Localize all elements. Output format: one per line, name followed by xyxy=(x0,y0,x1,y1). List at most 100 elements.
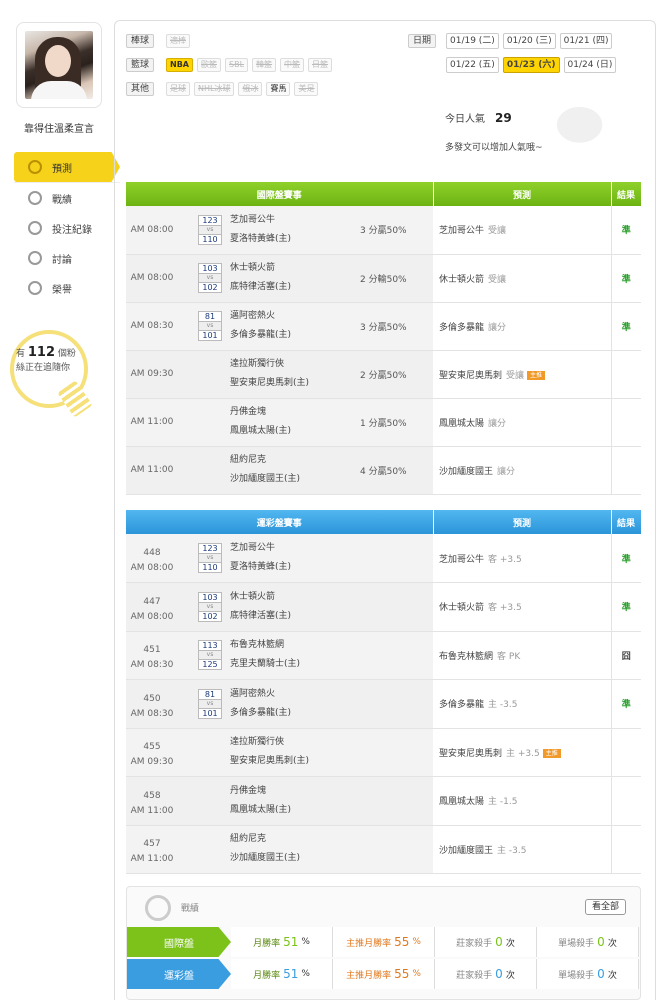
table-row: 458 AM 11:00 丹佛金塊 鳳凰城太陽(主) 鳳凰城太陽主 -1.5 xyxy=(126,776,642,826)
team-away[interactable]: 丹佛金塊 xyxy=(230,403,330,422)
intl-header-match: 國際盤賽事 xyxy=(126,182,434,206)
vs-label: vs xyxy=(198,651,222,660)
sidebar-item-1[interactable]: 戰績 xyxy=(14,183,120,213)
team-home[interactable]: 克里夫蘭騎士(主) xyxy=(230,655,330,674)
league-chip[interactable]: NHL冰球 xyxy=(194,82,235,96)
stat-unit: % xyxy=(301,937,310,947)
team-away[interactable]: 芝加哥公牛 xyxy=(230,211,330,230)
league-chip[interactable]: NBA xyxy=(166,58,193,72)
league-chip[interactable]: 適棒 xyxy=(166,34,191,48)
stat-value: 55 xyxy=(394,967,410,981)
avatar-frame[interactable] xyxy=(16,22,102,108)
team-home[interactable]: 鳳凰城太陽(主) xyxy=(230,801,330,820)
match-cell: 丹佛金塊 鳳凰城太陽(主) 1 分贏50% xyxy=(178,398,434,447)
username[interactable]: 靠得住溫柔宣言 xyxy=(0,120,118,135)
team-home[interactable]: 夏洛特黃蜂(主) xyxy=(230,230,330,249)
team-away[interactable]: 邁阿密熱火 xyxy=(230,307,330,326)
pick-team[interactable]: 休士頓火箭 xyxy=(439,275,484,285)
pick-cell: 聖安東尼奧馬刺主 +3.5 主推 xyxy=(433,728,612,777)
pick-team[interactable]: 多倫多暴龍 xyxy=(439,323,484,333)
pick-type: 讓分 xyxy=(488,322,507,333)
league-chip[interactable]: 美足 xyxy=(294,82,319,96)
result-cell: 囧 xyxy=(610,631,642,680)
pick-type: 主 +3.5 xyxy=(506,748,540,759)
team-away[interactable]: 紐約尼克 xyxy=(230,830,330,849)
league-chip[interactable]: 俄冰 xyxy=(238,82,263,96)
date-chip[interactable]: 01/24 (日) xyxy=(563,57,617,73)
score-away: 123 xyxy=(198,543,222,554)
team-home[interactable]: 沙加緬度國王(主) xyxy=(230,470,330,489)
pick-team[interactable]: 鳳凰城太陽 xyxy=(439,419,484,429)
team-away[interactable]: 達拉斯獨行俠 xyxy=(230,733,330,752)
team-home[interactable]: 底特律活塞(主) xyxy=(230,278,330,297)
score-box: 103 vs 102 xyxy=(198,591,222,622)
team-away[interactable]: 丹佛金塊 xyxy=(230,782,330,801)
pick-team[interactable]: 聖安東尼奧馬刺 xyxy=(439,371,502,381)
pick-team[interactable]: 多倫多暴龍 xyxy=(439,700,484,710)
team-home[interactable]: 聖安東尼奧馬刺(主) xyxy=(230,752,330,771)
team-away[interactable]: 芝加哥公牛 xyxy=(230,539,330,558)
pick-team[interactable]: 聖安東尼奧馬刺 xyxy=(439,749,502,759)
sidebar-item-0[interactable]: 預測 xyxy=(14,152,120,182)
table-row: 455 AM 09:30 達拉斯獨行俠 聖安東尼奧馬刺(主) 聖安東尼奧馬刺主 +3.5… xyxy=(126,728,642,777)
date-chip[interactable]: 01/19 (二) xyxy=(446,33,499,49)
date-chip[interactable]: 01/20 (三) xyxy=(502,33,556,49)
date-chip[interactable]: 01/22 (五) xyxy=(446,57,499,73)
team-home[interactable]: 多倫多暴龍(主) xyxy=(230,326,330,345)
sidebar-item-3[interactable]: 討論 xyxy=(14,243,120,273)
pick-team[interactable]: 沙加緬度國王 xyxy=(439,467,493,477)
league-chip[interactable]: 日籃 xyxy=(308,58,333,72)
team-away[interactable]: 休士頓火箭 xyxy=(230,588,330,607)
match-result: 1 分贏50% xyxy=(360,418,407,429)
pick-team[interactable]: 鳳凰城太陽 xyxy=(439,797,484,807)
team-away[interactable]: 達拉斯獨行俠 xyxy=(230,355,330,374)
stat-unit: 次 xyxy=(505,938,515,949)
league-chip[interactable]: 足球 xyxy=(166,82,191,96)
match-cell: 達拉斯獨行俠 聖安東尼奧馬刺(主) xyxy=(178,728,434,777)
team-away[interactable]: 休士頓火箭 xyxy=(230,259,330,278)
sidebar-item-2[interactable]: 投注紀錄 xyxy=(14,213,120,243)
see-all-button[interactable]: 看全部 xyxy=(584,899,626,915)
pick-type: 主 -1.5 xyxy=(488,797,518,808)
team-away[interactable]: 紐約尼克 xyxy=(230,451,330,470)
team-home[interactable]: 鳳凰城太陽(主) xyxy=(230,422,330,441)
record-stat: 單場殺手 0 次 xyxy=(537,927,639,957)
teams: 休士頓火箭 底特律活塞(主) xyxy=(230,588,330,626)
match-time: AM 11:00 xyxy=(126,446,178,495)
score-home: 101 xyxy=(198,330,222,341)
team-home[interactable]: 夏洛特黃蜂(主) xyxy=(230,558,330,577)
stat-label: 單場殺手 xyxy=(558,938,595,949)
teams: 丹佛金塊 鳳凰城太陽(主) xyxy=(230,782,330,820)
target-icon xyxy=(28,160,42,174)
pick-team[interactable]: 芝加哥公牛 xyxy=(439,226,484,236)
team-away[interactable]: 邁阿密熱火 xyxy=(230,685,330,704)
pick-team[interactable]: 芝加哥公牛 xyxy=(439,555,484,565)
league-chip[interactable]: 歐籃 xyxy=(197,58,221,72)
league-chip[interactable]: 韓籃 xyxy=(252,58,277,72)
pick-cell: 多倫多暴龍 讓分 xyxy=(433,302,612,351)
league-chip[interactable]: SBL xyxy=(225,58,249,72)
league-chip[interactable]: 賽馬 xyxy=(266,82,291,96)
sidebar-item-4[interactable]: 榮譽 xyxy=(14,273,120,303)
pick-cell: 聖安東尼奧馬刺 受讓 主推 xyxy=(433,350,612,399)
stat-unit: % xyxy=(412,969,421,979)
team-home[interactable]: 沙加緬度國王(主) xyxy=(230,849,330,868)
avatar[interactable] xyxy=(25,31,93,99)
pick-cell: 布魯克林籃網客 PK xyxy=(433,631,612,680)
date-chip[interactable]: 01/23 (六) xyxy=(502,57,560,73)
pick-team[interactable]: 沙加緬度國王 xyxy=(439,846,493,856)
wing-decoration-icon xyxy=(540,104,606,156)
lottery-header-result: 結果 xyxy=(611,510,642,534)
match-result: 4 分贏50% xyxy=(360,466,407,477)
pick-team[interactable]: 休士頓火箭 xyxy=(439,603,484,613)
team-away[interactable]: 布魯克林籃網 xyxy=(230,636,330,655)
table-row: 457 AM 11:00 紐約尼克 沙加緬度國王(主) 沙加緬度國王主 -3.5 xyxy=(126,825,642,874)
featured-badge: 主推 xyxy=(542,748,561,758)
team-home[interactable]: 底特律活塞(主) xyxy=(230,607,330,626)
pick-team[interactable]: 布魯克林籃網 xyxy=(439,652,493,662)
record-panel: 戰績 看全部 國際盤 月勝率 51% 主推月勝率 55% 莊家殺手 0 次單場殺手 0 次運彩盤月… xyxy=(126,886,641,1000)
team-home[interactable]: 聖安東尼奧馬刺(主) xyxy=(230,374,330,393)
team-home[interactable]: 多倫多暴龍(主) xyxy=(230,704,330,723)
league-chip[interactable]: 中籃 xyxy=(280,58,305,72)
date-chip[interactable]: 01/21 (四) xyxy=(559,33,613,49)
